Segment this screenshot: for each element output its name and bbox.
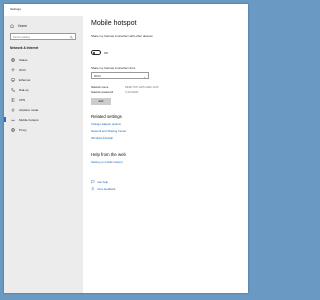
sidebar-item-label: Mobile hotspot: [19, 117, 39, 122]
sidebar-item-label: VPN: [19, 97, 26, 102]
link-windows-firewall[interactable]: Windows Firewall: [91, 136, 113, 140]
sidebar-item-label: Proxy: [19, 127, 27, 132]
sidebar-item-label: Status: [19, 57, 28, 62]
sidebar-item-vpn[interactable]: VPN: [4, 95, 83, 104]
get-help-label: Get help: [97, 180, 109, 184]
chat-help-icon: [91, 180, 95, 184]
ethernet-icon: [11, 77, 15, 82]
wifi-icon: [11, 68, 15, 72]
sidebar-item-dialup[interactable]: Dial-up: [4, 85, 83, 94]
sidebar-item-airplane-mode[interactable]: Airplane mode: [4, 105, 83, 114]
help-title: Help from the web: [91, 152, 126, 157]
phone-icon: [11, 87, 15, 92]
section-title: Network & Internet: [10, 46, 39, 50]
share-from-value: Wi-Fi: [94, 74, 101, 78]
sidebar-item-wifi[interactable]: Wi-Fi: [4, 65, 83, 74]
sidebar-item-label: Wi-Fi: [19, 67, 26, 72]
sidebar-item-ethernet[interactable]: Ethernet: [4, 75, 83, 84]
window-title: Settings: [10, 7, 21, 11]
share-from-label: Share my Internet connection from: [91, 66, 136, 70]
title-bar: Settings: [4, 4, 248, 16]
chevron-down-icon: ⌄: [143, 75, 146, 79]
toggle-state: Off: [104, 50, 108, 55]
hotspot-toggle[interactable]: [91, 50, 101, 55]
network-name-value: DESKTOP-GRTLHMA 1245: [125, 86, 159, 89]
sidebar-item-label: Dial-up: [19, 87, 29, 92]
give-feedback-label: Give feedback: [97, 187, 116, 191]
share-label: Share my Internet connection with other …: [91, 34, 153, 38]
link-setting-up-mobile-hotspot[interactable]: Setting up mobile hotspot: [91, 160, 123, 164]
sidebar-item-label: Ethernet: [19, 77, 31, 82]
globe-icon: [11, 127, 15, 132]
page-title: Mobile hotspot: [91, 20, 137, 27]
main-content: Mobile hotspot Share my Internet connect…: [83, 16, 248, 293]
settings-window: Settings Home Find a setting Network & I…: [4, 4, 248, 293]
home-link[interactable]: Home: [10, 24, 27, 28]
toggle-knob: [93, 51, 95, 54]
network-password-label: Network password: [91, 91, 114, 94]
airplane-icon: [11, 107, 15, 112]
hotspot-icon: [11, 119, 15, 121]
share-from-select[interactable]: Wi-Fi ⌄: [91, 72, 149, 79]
search-placeholder: Find a setting: [13, 35, 30, 39]
home-icon: [10, 24, 14, 28]
get-help-link[interactable]: Get help: [91, 180, 108, 184]
give-feedback-link[interactable]: Give feedback: [91, 187, 115, 191]
sidebar-item-label: Airplane mode: [19, 107, 39, 112]
sidebar: Home Find a setting Network & Internet S…: [4, 16, 83, 293]
network-password-value: 7y1b32#4b: [125, 91, 139, 94]
related-settings-title: Related settings: [91, 114, 122, 119]
home-label: Home: [18, 24, 28, 28]
search-icon: [70, 35, 73, 39]
link-change-adapter-options[interactable]: Change adapter options: [91, 122, 121, 126]
search-input[interactable]: Find a setting: [10, 33, 76, 40]
network-name-label: Network name: [91, 86, 109, 89]
edit-button[interactable]: Edit: [91, 98, 111, 105]
sidebar-item-status[interactable]: Status: [4, 55, 83, 64]
globe-icon: [11, 57, 15, 62]
sidebar-item-proxy[interactable]: Proxy: [4, 125, 83, 134]
feedback-icon: [91, 187, 95, 191]
vpn-icon: [11, 97, 15, 102]
link-network-sharing-center[interactable]: Network and Sharing Center: [91, 129, 126, 133]
sidebar-item-mobile-hotspot[interactable]: Mobile hotspot: [4, 115, 83, 124]
